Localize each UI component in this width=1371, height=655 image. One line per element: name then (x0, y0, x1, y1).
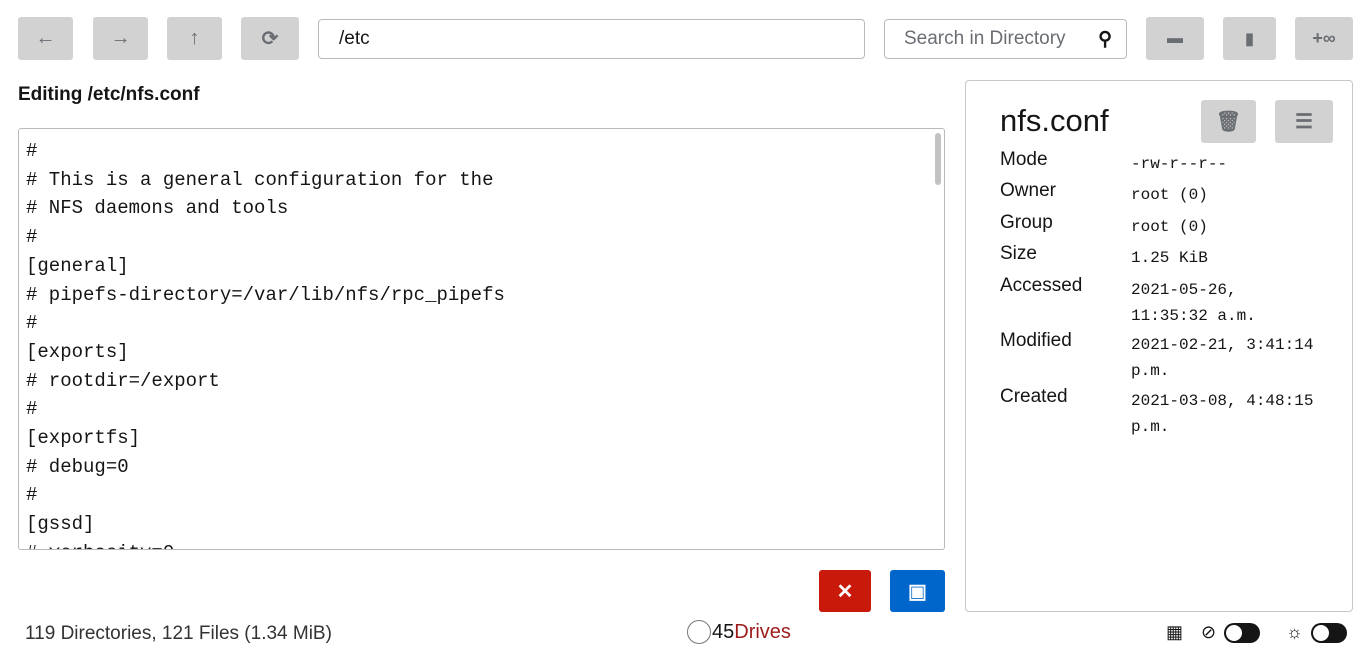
delete-button[interactable]: 🗑 (1201, 100, 1256, 143)
brand-number: 45 (712, 620, 735, 643)
folder-plus-icon: ▬ (1167, 29, 1183, 47)
info-value: 2021-03-08, 4:48:15 p.m. (1131, 392, 1314, 436)
code-line: # (26, 484, 38, 507)
settings-button[interactable]: ☰ (1275, 100, 1333, 143)
search-icon[interactable]: ⚲ (1098, 28, 1112, 51)
info-value: root (0) (1131, 218, 1208, 236)
search-placeholder: Search in Directory (904, 28, 1066, 49)
theme-sun-icon: ☼ (1286, 622, 1303, 642)
sliders-icon: ☰ (1295, 111, 1313, 133)
code-line: # (26, 226, 38, 249)
brand-name: Drives (734, 620, 791, 643)
new-link-button[interactable]: +∞ (1295, 17, 1353, 60)
file-plus-icon: ▮ (1245, 30, 1254, 48)
info-label: Group (1000, 212, 1053, 233)
trash-icon: 🗑 (1215, 111, 1242, 133)
back-button[interactable]: ← (18, 17, 73, 60)
file-editor[interactable]: # # This is a general configuration for t… (18, 128, 945, 550)
info-value: -rw-r--r-- (1131, 155, 1228, 173)
info-label: Size (1000, 243, 1037, 264)
code-line: # rootdir=/export (26, 369, 220, 392)
code-line: # (26, 398, 38, 421)
hidden-files-icon: ⊘ (1201, 622, 1217, 642)
info-label: Created (1000, 386, 1068, 407)
info-value: root (0) (1131, 186, 1208, 204)
save-button[interactable]: ▣ (890, 570, 945, 612)
refresh-button[interactable]: ⟳ (241, 17, 299, 60)
footer-controls: ▦ ⊘ ☼ (1166, 622, 1347, 643)
code-line: [exportfs] (26, 427, 141, 450)
code-line: [exports] (26, 340, 129, 363)
editor-heading: Editing /etc/nfs.conf (18, 84, 200, 105)
code-line: [general] (26, 254, 129, 277)
brand-logo: 45 Drives (687, 620, 791, 644)
new-file-button[interactable]: ▮ (1223, 17, 1276, 60)
info-label: Modified (1000, 330, 1072, 351)
code-line: # debug=0 (26, 455, 129, 478)
path-text: /etc (339, 28, 370, 49)
theme-toggle[interactable] (1310, 622, 1347, 643)
hidden-files-toggle[interactable] (1224, 622, 1261, 643)
path-input[interactable]: /etc (318, 19, 865, 59)
code-line: # (26, 140, 38, 162)
info-value: 1.25 KiB (1131, 249, 1208, 267)
fan-logo-icon (687, 620, 711, 644)
editor-content[interactable]: # # This is a general configuration for t… (19, 129, 944, 549)
file-info-panel: nfs.conf 🗑 ☰ Mode -rw-r--r-- Owner root (0)… (965, 80, 1353, 612)
code-line: # This is a general configuration for th… (26, 168, 494, 191)
info-label: Mode (1000, 149, 1048, 170)
code-line: # NFS daemons and tools (26, 197, 289, 220)
code-line: # (26, 312, 38, 335)
forward-button[interactable]: → (93, 17, 148, 60)
editor-scrollbar[interactable] (935, 133, 941, 185)
info-label: Owner (1000, 180, 1056, 201)
info-filename: nfs.conf (1000, 103, 1109, 138)
directory-summary: 119 Directories, 121 Files (1.34 MiB) (25, 623, 332, 644)
code-line: # pipefs-directory=/var/lib/nfs/rpc_pipe… (26, 283, 505, 306)
up-button[interactable]: ↑ (167, 17, 222, 60)
code-line: [gssd] (26, 513, 95, 536)
save-icon: ▣ (908, 580, 927, 603)
info-value: 2021-05-26, 11:35:32 a.m. (1131, 281, 1256, 325)
grid-view-icon[interactable]: ▦ (1166, 622, 1183, 643)
info-value: 2021-02-21, 3:41:14 p.m. (1131, 336, 1314, 380)
link-plus-icon: +∞ (1312, 28, 1336, 48)
new-folder-button[interactable]: ▬ (1146, 17, 1204, 60)
cancel-button[interactable]: ✕ (819, 570, 871, 612)
search-input[interactable]: Search in Directory ⚲ (884, 19, 1127, 59)
code-line: # verbosity=0 (26, 539, 944, 549)
info-label: Accessed (1000, 275, 1083, 296)
